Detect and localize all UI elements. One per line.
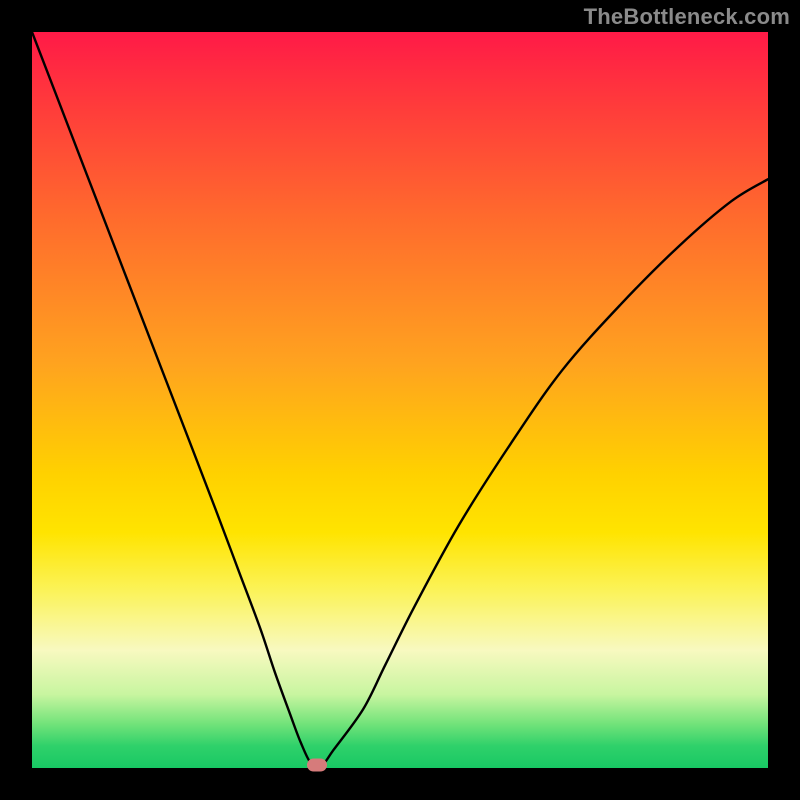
bottleneck-curve [32,32,768,767]
watermark-text: TheBottleneck.com [584,4,790,30]
plot-area [32,32,768,768]
optimum-marker [307,759,327,772]
chart-frame: TheBottleneck.com [0,0,800,800]
curve-svg [32,32,768,768]
